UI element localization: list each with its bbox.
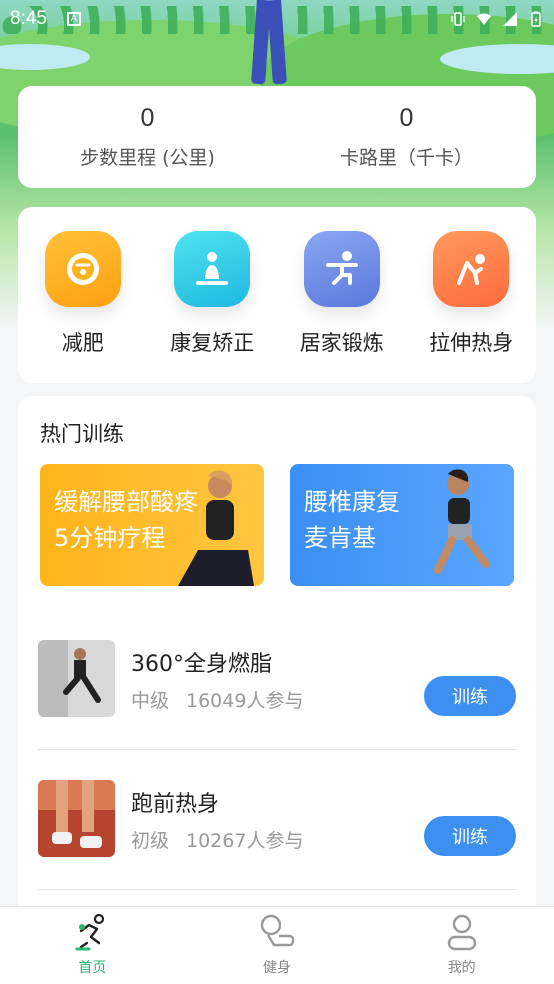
status-time: 8:45: [10, 8, 47, 29]
category-weight-loss[interactable]: 减肥: [28, 231, 138, 383]
bottom-nav: 首页 健身 我的: [0, 906, 554, 984]
nav-label: 健身: [263, 960, 291, 976]
nav-profile[interactable]: 我的: [369, 907, 554, 984]
battery-icon: [531, 11, 541, 27]
calories-stat[interactable]: 0 卡路里（千卡）: [277, 86, 536, 188]
stretch-icon: [433, 231, 510, 307]
steps-stat[interactable]: 0 步数里程 (公里): [18, 86, 277, 188]
nav-label: 我的: [447, 960, 476, 976]
stats-card: 0 步数里程 (公里) 0 卡路里（千卡）: [18, 86, 536, 188]
train-button[interactable]: 训练: [424, 676, 516, 716]
banner-title: 腰椎康复: [304, 488, 400, 516]
banner-subtitle: 5分钟疗程: [54, 524, 166, 552]
category-home-workout[interactable]: 居家锻炼: [287, 231, 397, 383]
status-bar: 8:45 A: [0, 0, 554, 38]
scale-icon: [44, 231, 121, 307]
hot-training-card: 热门训练 缓解腰部酸疼 5分钟疗程 腰椎康复 麦肯基 360°全身燃脂 中级 1…: [18, 396, 536, 984]
meditation-icon: [174, 231, 251, 307]
fitness-icon: [260, 914, 295, 947]
category-label: 减肥: [61, 331, 104, 355]
section-title: 热门训练: [40, 422, 124, 446]
profile-icon: [447, 914, 476, 951]
banner-lumbar-relief[interactable]: 缓解腰部酸疼 5分钟疗程: [40, 464, 264, 586]
training-participants: 16049人参与: [186, 690, 304, 712]
notification-badge: A: [66, 12, 81, 26]
wifi-icon: [477, 13, 491, 25]
training-thumbnail: [38, 780, 115, 857]
category-rehab[interactable]: 康复矫正: [157, 231, 267, 383]
training-item[interactable]: 跑前热身 初级 10267人参与 训练: [38, 750, 516, 890]
steps-label: 步数里程 (公里): [80, 147, 215, 169]
nav-label: 首页: [78, 960, 107, 976]
training-level: 初级: [131, 830, 170, 852]
banner-subtitle: 麦肯基: [304, 524, 376, 552]
calories-label: 卡路里（千卡）: [339, 147, 473, 169]
calories-value: 0: [399, 104, 414, 132]
category-label: 康复矫正: [170, 331, 255, 355]
nav-fitness[interactable]: 健身: [185, 907, 370, 984]
training-name: 360°全身燃脂: [131, 652, 272, 677]
banner-row: 缓解腰部酸疼 5分钟疗程 腰椎康复 麦肯基: [40, 464, 514, 586]
category-label: 居家锻炼: [299, 331, 384, 355]
training-item[interactable]: 360°全身燃脂 中级 16049人参与 训练: [38, 610, 516, 750]
training-thumbnail: [38, 640, 115, 717]
category-stretch[interactable]: 拉伸热身: [416, 231, 526, 383]
training-level: 中级: [131, 690, 170, 712]
nav-home[interactable]: 首页: [0, 907, 185, 984]
banner-lumbar-rehab[interactable]: 腰椎康复 麦肯基: [290, 464, 514, 586]
vibrate-icon: [451, 12, 465, 26]
training-participants: 10267人参与: [186, 830, 304, 852]
signal-icon: [503, 12, 517, 26]
training-name: 跑前热身: [131, 792, 220, 817]
squat-icon: [303, 231, 380, 307]
train-button[interactable]: 训练: [424, 816, 516, 856]
run-icon: [75, 913, 105, 951]
category-card: 减肥 康复矫正 居家锻炼 拉伸热身: [18, 207, 536, 383]
steps-value: 0: [140, 104, 155, 132]
category-label: 拉伸热身: [429, 331, 514, 355]
banner-title: 缓解腰部酸疼: [54, 488, 198, 516]
